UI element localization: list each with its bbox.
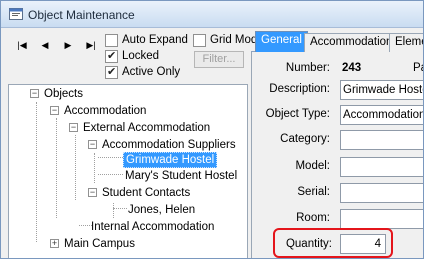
page-label: Pa (413, 62, 423, 74)
locked-checkbox[interactable]: Locked (105, 49, 165, 64)
room-field[interactable] (340, 209, 423, 229)
object-tree[interactable]: − Objects − Accommodation − External Acc… (8, 84, 248, 258)
tree-item-accommodation[interactable]: − Accommodation (9, 103, 247, 120)
tree-item-marys-student-hostel[interactable]: Mary's Student Hostel (9, 168, 247, 185)
tree-item-label: Internal Accommodation (91, 221, 215, 233)
auto-expand-box[interactable] (105, 34, 118, 47)
tree-item-label: Student Contacts (102, 187, 191, 199)
last-record-button[interactable]: ▶| (84, 39, 98, 51)
grid-mode-checkbox[interactable]: Grid Mod (193, 34, 257, 48)
tab-general[interactable]: General (255, 31, 308, 53)
tab-accommodation[interactable]: Accommodation (304, 33, 399, 52)
locked-label: Locked (122, 50, 160, 62)
object-type-label: Object Type: (265, 108, 330, 120)
collapse-icon[interactable]: − (88, 188, 97, 197)
tree-item-label: Accommodation (64, 105, 147, 117)
window-icon (9, 8, 23, 20)
tree-item-label: External Accommodation (83, 122, 211, 134)
active-only-checkbox[interactable]: Active Only (105, 65, 185, 80)
tree-item-label: Grimwade Hostel (123, 152, 218, 168)
first-record-button[interactable]: |◀ (15, 39, 29, 51)
active-only-label: Active Only (122, 66, 181, 78)
serial-field[interactable] (340, 183, 423, 203)
collapse-icon[interactable]: − (50, 106, 59, 115)
tree-item-label: Main Campus (64, 238, 135, 250)
tree-item-student-contacts[interactable]: − Student Contacts (9, 185, 247, 202)
tree-item-label: Objects (44, 88, 83, 100)
category-label: Category: (280, 133, 330, 145)
object-maintenance-window: Object Maintenance |◀ ◀ ▶ ▶| Auto Expand… (0, 0, 424, 259)
number-value: 243 (342, 62, 362, 74)
auto-expand-label: Auto Expand (122, 34, 188, 46)
locked-box[interactable] (105, 49, 118, 63)
quantity-highlight-box (273, 228, 393, 258)
collapse-icon[interactable]: − (69, 123, 78, 132)
category-field[interactable] (340, 130, 423, 150)
tree-item-label: Mary's Student Hostel (125, 170, 238, 182)
tab-elements[interactable]: Eleme (389, 33, 423, 52)
grid-mode-box[interactable] (193, 34, 206, 47)
tree-item-label: Accommodation Suppliers (102, 139, 236, 151)
tree-item-external-accommodation[interactable]: − External Accommodation (9, 120, 247, 137)
collapse-icon[interactable]: − (30, 89, 39, 98)
tree-item-jones-helen[interactable]: Jones, Helen (9, 202, 247, 219)
tree-item-internal-accommodation[interactable]: Internal Accommodation (9, 219, 247, 236)
active-only-box[interactable] (105, 65, 118, 79)
filter-button[interactable]: Filter... (194, 51, 244, 68)
tree-item-label: Jones, Helen (128, 204, 196, 216)
expand-icon[interactable]: + (50, 239, 59, 248)
model-label: Model: (295, 160, 330, 172)
tree-item-objects[interactable]: − Objects (9, 86, 247, 103)
collapse-icon[interactable]: − (88, 140, 97, 149)
auto-expand-checkbox[interactable]: Auto Expand (105, 34, 190, 48)
serial-label: Serial: (297, 186, 330, 198)
next-record-button[interactable]: ▶ (61, 39, 75, 51)
tree-item-main-campus[interactable]: + Main Campus (9, 236, 247, 253)
description-field[interactable]: Grimwade Hostel (340, 80, 423, 100)
window-title: Object Maintenance (28, 8, 135, 22)
description-label: Description: (269, 83, 330, 95)
tab-strip: General Accommodation Eleme (251, 30, 423, 53)
previous-record-button[interactable]: ◀ (38, 39, 52, 51)
model-field[interactable] (340, 157, 423, 177)
title-bar[interactable]: Object Maintenance (1, 1, 423, 28)
room-label: Room: (296, 212, 330, 224)
object-type-field[interactable]: Accommodation (340, 105, 423, 125)
number-label: Number: (285, 62, 330, 74)
tree-item-grimwade-hostel[interactable]: Grimwade Hostel (9, 151, 247, 168)
